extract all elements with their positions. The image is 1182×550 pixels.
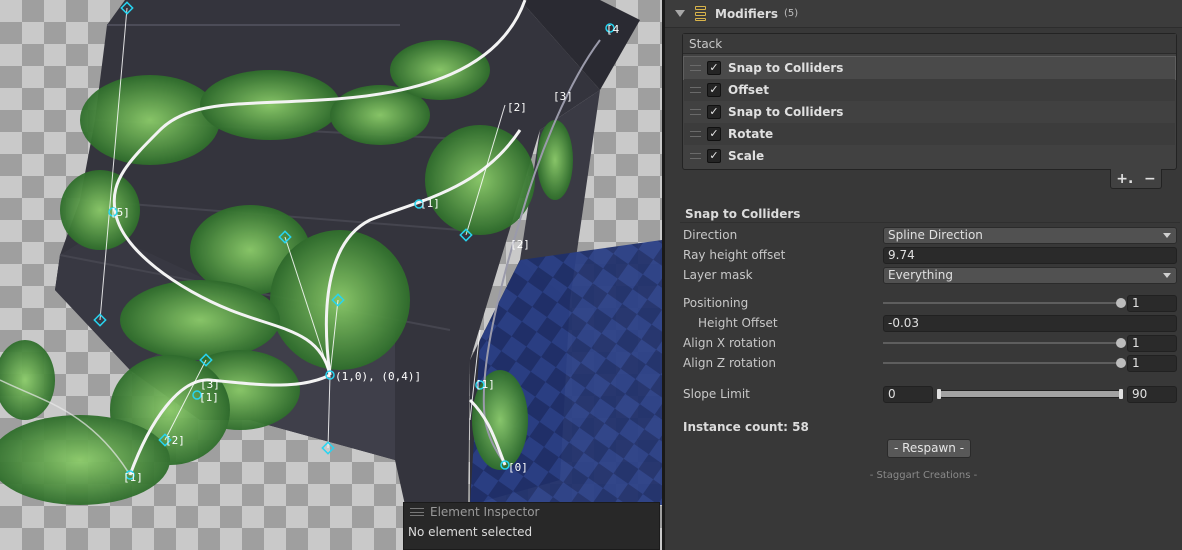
element-inspector-title: Element Inspector — [430, 505, 540, 519]
point-label: [1] — [420, 197, 440, 210]
point-label: [1] — [123, 471, 143, 484]
drag-handle-icon[interactable] — [690, 131, 701, 137]
point-label: [3] — [200, 378, 220, 391]
foldout-arrow-icon[interactable] — [675, 10, 685, 17]
ray-height-offset-field[interactable]: 9.74 — [883, 246, 1177, 264]
modifiers-count: (5) — [783, 8, 799, 19]
enable-checkbox[interactable]: ✓ — [707, 149, 721, 163]
point-label: [1] — [475, 378, 495, 391]
range-max-handle[interactable] — [1119, 389, 1123, 399]
height-offset-label: Height Offset — [698, 316, 778, 330]
stack-item-snap-to-colliders-2[interactable]: ✓ Snap to Colliders — [684, 101, 1175, 123]
slope-limit-range-slider[interactable] — [937, 389, 1123, 399]
slope-limit-row: Slope Limit 0 90 — [683, 385, 1177, 403]
direction-dropdown[interactable]: Spline Direction — [883, 226, 1177, 244]
point-label: (1,0), (0,4)] — [335, 370, 421, 383]
enable-checkbox[interactable]: ✓ — [707, 83, 721, 97]
stack-item-snap-to-colliders[interactable]: ✓ Snap to Colliders — [683, 56, 1176, 80]
element-inspector-message: No element selected — [408, 525, 533, 539]
positioning-slider-track[interactable] — [883, 302, 1121, 304]
positioning-row: Positioning 1 — [683, 294, 1177, 312]
positioning-slider-thumb[interactable] — [1116, 298, 1126, 308]
positioning-label: Positioning — [683, 296, 749, 310]
drag-handle-icon[interactable] — [690, 87, 701, 93]
modifier-stack-list: Stack ✓ Snap to Colliders ✓ Offset ✓ Sna… — [682, 33, 1177, 170]
section-title: Snap to Colliders — [680, 205, 1180, 223]
chevron-down-icon — [1163, 272, 1171, 278]
align-x-slider-track[interactable] — [883, 342, 1121, 344]
layer-mask-label: Layer mask — [683, 268, 753, 282]
layer-mask-value: Everything — [888, 267, 953, 282]
element-inspector-overlay: Element Inspector No element selected — [403, 502, 660, 550]
align-z-slider-track[interactable] — [883, 362, 1121, 364]
stack-item-label: Scale — [728, 149, 765, 163]
layer-mask-dropdown[interactable]: Everything — [883, 266, 1177, 284]
point-label: [5] — [110, 206, 130, 219]
element-inspector-header[interactable]: Element Inspector — [404, 503, 659, 521]
enable-checkbox[interactable]: ✓ — [707, 61, 721, 75]
align-x-field[interactable]: 1 — [1127, 334, 1177, 352]
respawn-button[interactable]: - Respawn - — [887, 439, 971, 458]
ray-height-offset-label: Ray height offset — [683, 248, 786, 262]
align-z-row: Align Z rotation 1 — [683, 354, 1177, 372]
list-footer: +. − — [1110, 169, 1162, 189]
scene-geometry: [2] [3] [1] [5] [2] [1] [3] (1,0), (0,4)… — [0, 0, 662, 505]
stack-header: Stack — [683, 34, 1176, 54]
stack-item-label: Snap to Colliders — [728, 61, 844, 75]
align-x-row: Align X rotation 1 — [683, 334, 1177, 352]
drag-handle-icon[interactable] — [690, 109, 701, 115]
point-label: [2] — [510, 238, 530, 251]
direction-label: Direction — [683, 228, 738, 242]
point-label: [2] — [165, 434, 185, 447]
align-z-slider-thumb[interactable] — [1116, 358, 1126, 368]
modifiers-stack-icon — [694, 5, 708, 22]
enable-checkbox[interactable]: ✓ — [707, 127, 721, 141]
modifiers-title: Modifiers — [715, 6, 778, 21]
slope-limit-min-field[interactable]: 0 — [883, 385, 933, 403]
align-x-slider-thumb[interactable] — [1116, 338, 1126, 348]
remove-modifier-button[interactable]: − — [1144, 172, 1156, 186]
stack-item-offset[interactable]: ✓ Offset — [684, 79, 1175, 101]
scene-view[interactable]: [2] [3] [1] [5] [2] [1] [3] (1,0), (0,4)… — [0, 0, 662, 550]
range-min-handle[interactable] — [937, 389, 941, 399]
add-modifier-button[interactable]: +. — [1116, 172, 1133, 186]
stack-item-label: Snap to Colliders — [728, 105, 844, 119]
slope-limit-max-field[interactable]: 90 — [1127, 385, 1177, 403]
positioning-field[interactable]: 1 — [1127, 294, 1177, 312]
modifiers-header[interactable]: Modifiers (5) — [665, 0, 1182, 28]
credits: - Staggart Creations - — [869, 470, 978, 481]
align-x-label: Align X rotation — [683, 336, 777, 350]
stack-item-scale[interactable]: ✓ Scale — [684, 145, 1175, 167]
height-offset-row: Height Offset -0.03 — [683, 314, 1177, 332]
range-fill — [940, 391, 1120, 397]
align-z-field[interactable]: 1 — [1127, 354, 1177, 372]
drag-grip-icon[interactable] — [410, 508, 424, 516]
point-label: [2] — [507, 101, 527, 114]
stack-item-label: Offset — [728, 83, 769, 97]
enable-checkbox[interactable]: ✓ — [707, 105, 721, 119]
point-label: [3] — [553, 90, 573, 103]
instance-count: Instance count: 58 — [683, 420, 809, 434]
ray-height-offset-row: Ray height offset 9.74 — [683, 246, 1177, 264]
point-label: [1] — [199, 391, 219, 404]
slope-limit-label: Slope Limit — [683, 387, 750, 401]
layer-mask-row: Layer mask Everything — [683, 266, 1177, 284]
inspector-panel: Modifiers (5) Stack ✓ Snap to Colliders … — [665, 0, 1182, 550]
stack-item-label: Rotate — [728, 127, 774, 141]
align-z-label: Align Z rotation — [683, 356, 777, 370]
drag-handle-icon[interactable] — [690, 153, 701, 159]
drag-handle-icon[interactable] — [690, 65, 701, 71]
height-offset-field[interactable]: -0.03 — [883, 314, 1177, 332]
point-label: [4 — [606, 23, 620, 36]
point-label: [0] — [508, 461, 528, 474]
chevron-down-icon — [1163, 232, 1171, 238]
direction-row: Direction Spline Direction — [683, 226, 1177, 244]
direction-value: Spline Direction — [888, 227, 983, 242]
stack-item-rotate[interactable]: ✓ Rotate — [684, 123, 1175, 145]
